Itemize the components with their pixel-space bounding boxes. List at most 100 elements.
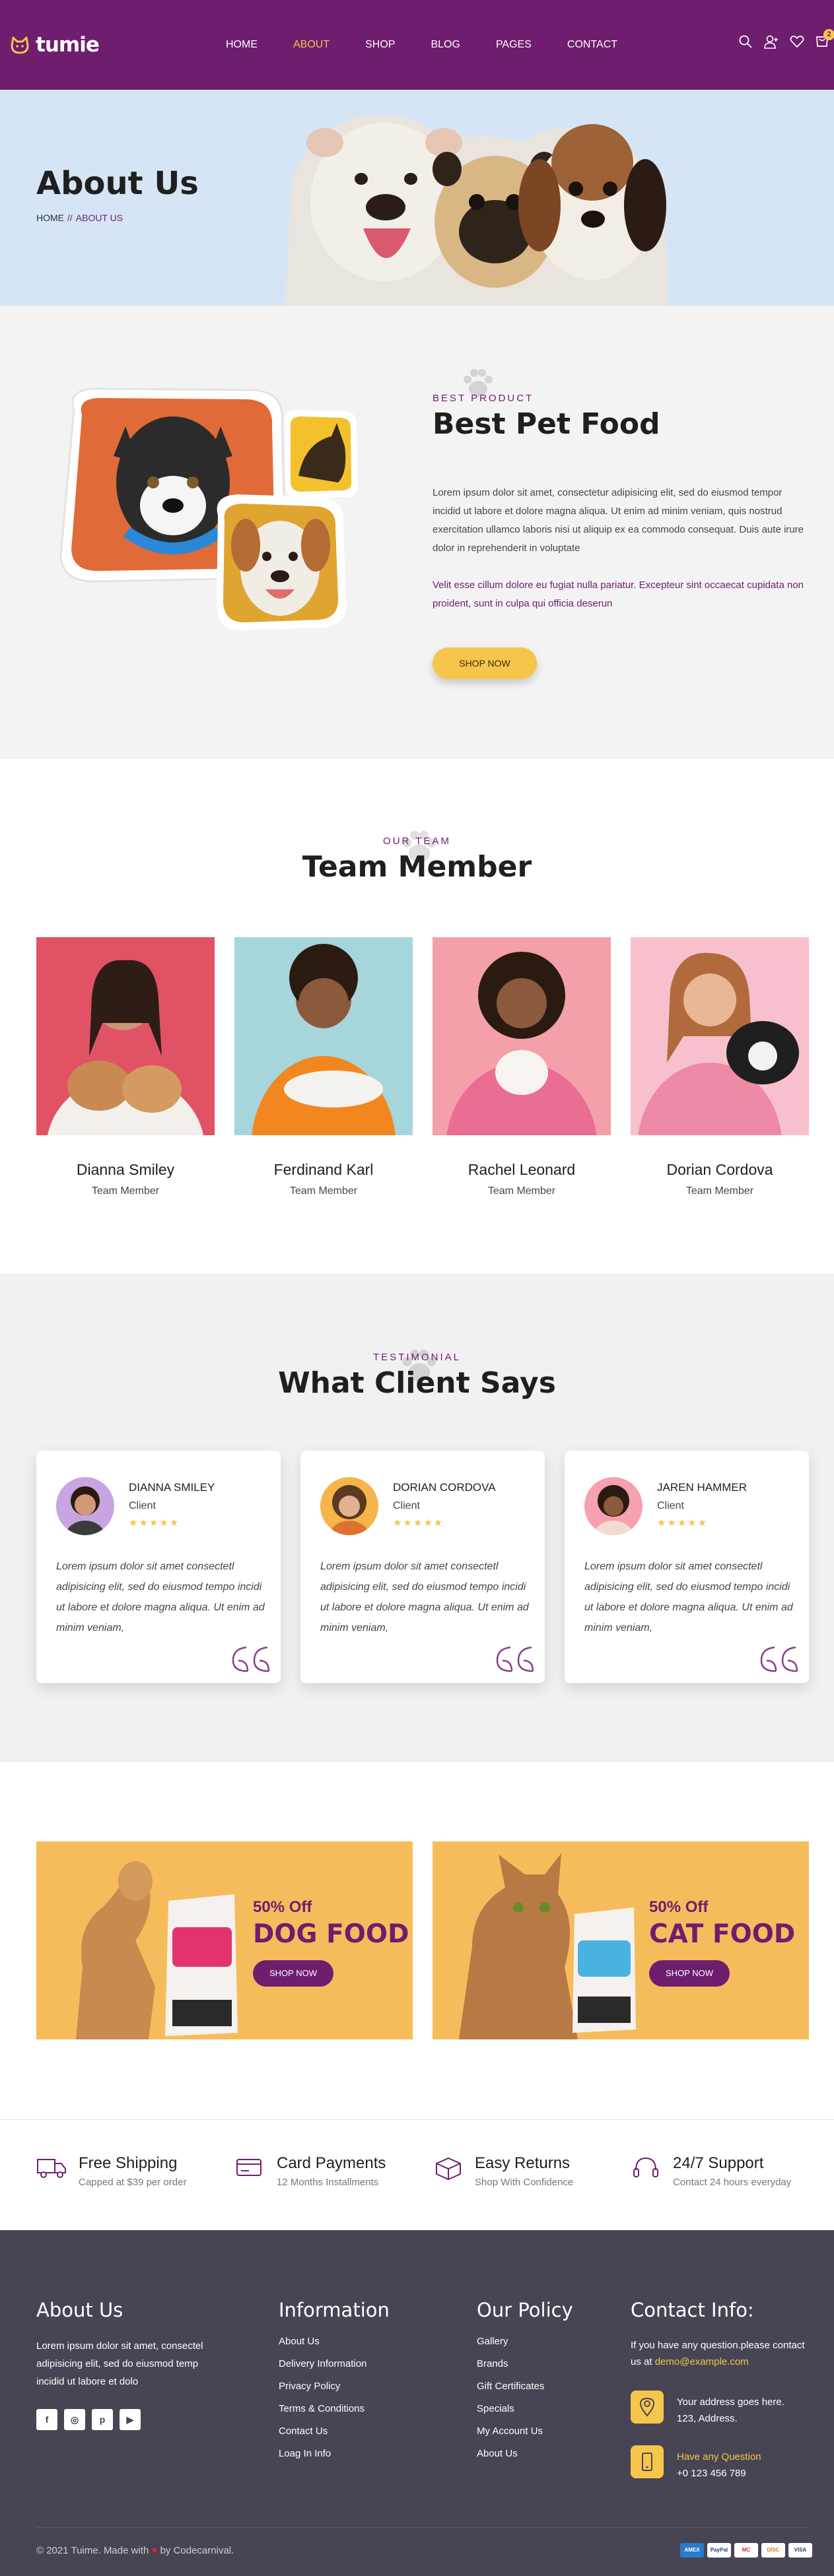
footer-link[interactable]: Delivery Information — [279, 2358, 366, 2369]
member-name: Ferdinand Karl — [273, 1161, 374, 1178]
site-header: tumie HOME ABOUT SHOP BLOG PAGES CONTACT… — [0, 0, 834, 90]
mastercard-icon: MC — [734, 2543, 758, 2558]
page-title: About Us — [36, 165, 199, 202]
feature-subtitle: Shop With Confidence — [475, 2177, 574, 2188]
testimonial-text: Lorem ipsum dolor sit amet consectetl ad… — [320, 1561, 529, 1634]
member-photo — [631, 937, 809, 1234]
phone-number[interactable]: +0 123 456 789 — [677, 2465, 761, 2482]
rating-stars: ★★★★★ — [393, 1517, 444, 1529]
footer-contact-title: Contact Info: — [631, 2299, 754, 2321]
feature-item: 24/7 Support Contact 24 hours everyday — [631, 2154, 791, 2188]
quote-icon — [496, 1646, 534, 1672]
about-section: BEST PRODUCT Best Pet Food Lorem ipsum d… — [0, 306, 834, 759]
promo-section: 50% Off DOG FOOD SHOP NOW 50% Off CAT FO… — [0, 1762, 834, 2119]
feature-title: Free Shipping — [79, 2154, 178, 2172]
footer-link[interactable]: Contact Us — [279, 2426, 366, 2437]
client-avatar — [584, 1477, 643, 1535]
phone-icon — [642, 2453, 652, 2471]
member-role: Team Member — [487, 1185, 556, 1197]
feature-title: Card Payments — [277, 2154, 386, 2172]
footer-link[interactable]: My Account Us — [477, 2426, 545, 2437]
promo-banner-dog[interactable]: 50% Off DOG FOOD SHOP NOW — [36, 1841, 413, 2039]
cart-button[interactable]: 2 — [815, 29, 834, 49]
team-member-card[interactable]: Dorian Cordova Team Member — [631, 937, 809, 1234]
quote-icon — [232, 1646, 270, 1672]
feature-subtitle: 12 Months Installments — [277, 2177, 379, 2188]
page-banner: About Us HOME//ABOUT US — [0, 90, 834, 306]
nav-pages[interactable]: PAGES — [496, 37, 532, 53]
testimonial-card: JAREN HAMMER Client ★★★★★ Lorem ipsum do… — [565, 1451, 809, 1683]
footer-link[interactable]: Specials — [477, 2403, 545, 2414]
about-pets-collage — [59, 387, 358, 630]
member-role: Team Member — [289, 1185, 358, 1197]
team-member-card[interactable]: Dianna Smiley Team Member — [36, 937, 215, 1221]
footer-link[interactable]: About Us — [279, 2336, 366, 2347]
promo-shop-now-button[interactable]: SHOP NOW — [253, 1960, 333, 1987]
heart-icon: ♥ — [151, 2545, 158, 2556]
user-icon[interactable] — [763, 34, 779, 49]
footer-link[interactable]: About Us — [477, 2448, 545, 2459]
copyright-pre: © 2021 Tuime. Made with — [36, 2545, 149, 2556]
features-bar: Free Shipping Capped at $39 per order Car… — [0, 2119, 834, 2230]
feature-title: Easy Returns — [475, 2154, 571, 2172]
site-footer: About Us Lorem ipsum dolor sit amet, con… — [0, 2230, 834, 2576]
about-title: Best Pet Food — [433, 407, 660, 441]
pinterest-icon[interactable]: p — [92, 2409, 113, 2430]
footer-information-title: Information — [279, 2299, 390, 2321]
visa-icon: VISA — [788, 2543, 812, 2558]
question-label: Have any Question — [677, 2451, 761, 2462]
testimonial-title: What Client Says — [278, 1366, 556, 1400]
promo-title: DOG FOOD — [253, 1919, 409, 1949]
footer-link[interactable]: Terms & Conditions — [279, 2403, 366, 2414]
main-nav: HOME ABOUT SHOP BLOG PAGES CONTACT — [226, 37, 653, 53]
facebook-icon[interactable]: f — [36, 2409, 57, 2430]
footer-link[interactable]: Gift Certificates — [477, 2381, 545, 2392]
search-icon[interactable] — [738, 34, 753, 49]
breadcrumb-current: ABOUT US — [75, 213, 123, 223]
contact-intro: If you have any question.please contact … — [631, 2337, 816, 2370]
address-line-2: 123, Address. — [677, 2413, 738, 2424]
client-role: Client — [393, 1500, 420, 1511]
member-photo — [36, 937, 215, 1221]
paypal-icon: PayPal — [707, 2543, 731, 2558]
nav-shop[interactable]: SHOP — [365, 37, 395, 53]
footer-divider — [36, 2527, 809, 2528]
member-photo — [234, 937, 413, 1241]
feature-subtitle: Contact 24 hours everyday — [673, 2177, 792, 2188]
nav-blog[interactable]: BLOG — [431, 37, 460, 53]
footer-link[interactable]: Gallery — [477, 2336, 545, 2347]
promo-banner-cat[interactable]: 50% Off CAT FOOD SHOP NOW — [433, 1841, 809, 2039]
nav-home[interactable]: HOME — [226, 37, 258, 53]
nav-about[interactable]: ABOUT — [293, 37, 330, 53]
footer-information-links: About Us Delivery Information Privacy Po… — [279, 2336, 366, 2470]
nav-contact[interactable]: CONTACT — [567, 37, 617, 53]
about-paragraph-1: Lorem ipsum dolor sit amet, consectetur … — [433, 487, 804, 554]
client-name: DORIAN CORDOVA — [393, 1481, 496, 1494]
footer-link[interactable]: Brands — [477, 2358, 545, 2369]
heart-icon[interactable] — [790, 35, 804, 48]
instagram-icon[interactable]: ◎ — [64, 2409, 85, 2430]
quote-icon — [760, 1646, 798, 1672]
footer-link[interactable]: Loag In Info — [279, 2448, 366, 2459]
amex-icon: AMEX — [680, 2543, 704, 2558]
copyright-post: by Codecarnival. — [160, 2545, 234, 2556]
logo[interactable]: tumie — [9, 32, 100, 58]
member-name: Rachel Leonard — [468, 1161, 576, 1178]
team-member-card[interactable]: Rachel Leonard Team Member — [433, 937, 611, 1234]
location-pin-icon — [639, 2397, 655, 2417]
client-avatar — [320, 1477, 378, 1535]
team-title: Team Member — [302, 850, 532, 884]
breadcrumb-home[interactable]: HOME — [36, 213, 64, 223]
footer-link[interactable]: Privacy Policy — [279, 2381, 366, 2392]
youtube-icon[interactable]: ▶ — [120, 2409, 141, 2430]
shop-now-button[interactable]: SHOP NOW — [433, 647, 537, 679]
phone-icon-box — [631, 2445, 664, 2478]
client-role: Client — [657, 1500, 684, 1511]
rating-stars: ★★★★★ — [657, 1517, 709, 1529]
headset-icon — [633, 2157, 658, 2177]
footer-policy-title: Our Policy — [477, 2299, 573, 2321]
contact-email[interactable]: demo@example.com — [655, 2356, 749, 2367]
promo-shop-now-button[interactable]: SHOP NOW — [649, 1960, 730, 1987]
team-member-card[interactable]: Ferdinand Karl Team Member — [234, 937, 413, 1241]
feature-item: Free Shipping Capped at $39 per order — [36, 2154, 186, 2188]
